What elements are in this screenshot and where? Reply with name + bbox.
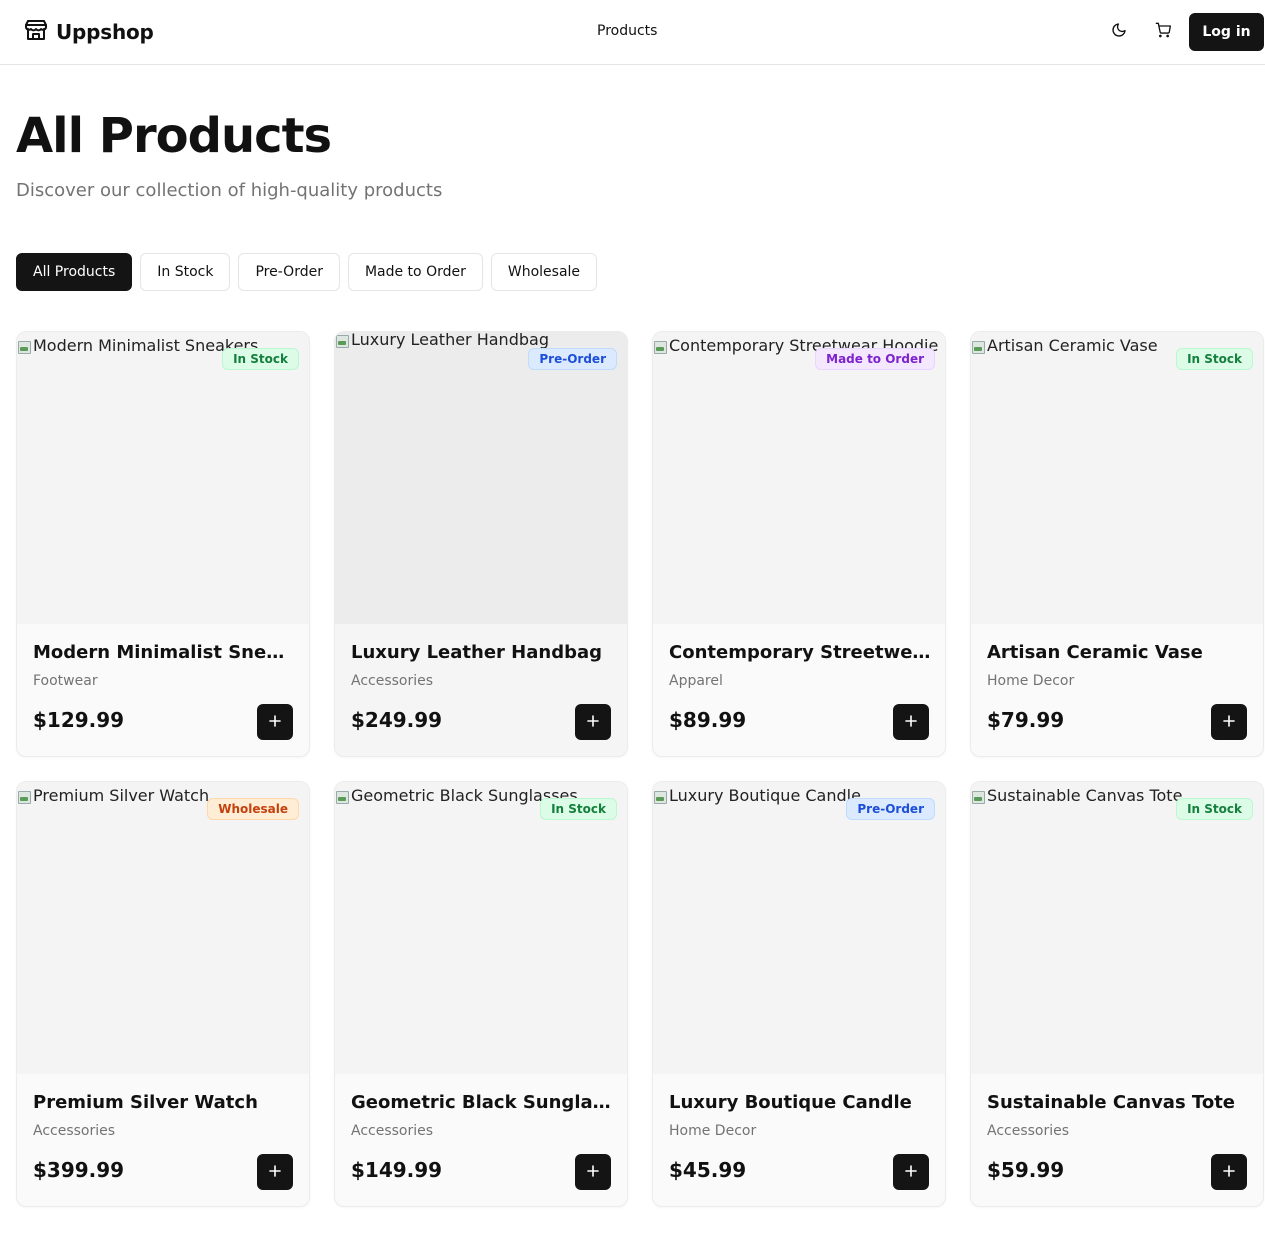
product-category: Accessories	[351, 1123, 434, 1139]
product-card[interactable]: Premium Silver Watch Wholesale Premium S…	[16, 781, 310, 1207]
product-category: Accessories	[351, 673, 434, 689]
add-to-cart-button[interactable]	[1211, 704, 1247, 740]
product-name[interactable]: Geometric Black Sunglasses	[351, 1092, 613, 1113]
brand-name: Uppshop	[56, 20, 154, 44]
status-badge: In Stock	[1176, 348, 1253, 370]
product-card[interactable]: Geometric Black Sunglasses In Stock Geom…	[334, 781, 628, 1207]
product-name[interactable]: Sustainable Canvas Tote	[987, 1092, 1249, 1113]
product-price: $399.99	[33, 1158, 125, 1182]
plus-icon	[904, 713, 918, 732]
product-price: $59.99	[987, 1158, 1065, 1182]
add-to-cart-button[interactable]	[257, 704, 293, 740]
moon-icon	[1111, 22, 1127, 42]
broken-image-icon	[335, 788, 349, 804]
product-card[interactable]: Luxury Boutique Candle Pre-Order Luxury …	[652, 781, 946, 1207]
product-name[interactable]: Luxury Boutique Candle	[669, 1092, 931, 1113]
filter-tabs: All Products In Stock Pre-Order Made to …	[16, 253, 598, 291]
broken-image-icon	[17, 788, 31, 804]
filter-pre-order[interactable]: Pre-Order	[238, 253, 340, 291]
status-badge: In Stock	[222, 348, 299, 370]
add-to-cart-button[interactable]	[893, 1154, 929, 1190]
product-card[interactable]: Contemporary Streetwear Hoodie Made to O…	[652, 331, 946, 757]
add-to-cart-button[interactable]	[1211, 1154, 1247, 1190]
product-name[interactable]: Modern Minimalist Sneakers	[33, 642, 295, 663]
product-image: Modern Minimalist Sneakers In Stock	[17, 332, 309, 624]
filter-all-products[interactable]: All Products	[16, 253, 133, 291]
add-to-cart-button[interactable]	[575, 704, 611, 740]
plus-icon	[268, 1163, 282, 1182]
product-category: Footwear	[33, 673, 98, 689]
image-alt-text: Luxury Boutique Candle	[653, 786, 861, 805]
status-badge: In Stock	[1176, 798, 1253, 820]
broken-image-icon	[17, 338, 31, 354]
plus-icon	[268, 713, 282, 732]
broken-image-icon	[653, 338, 667, 354]
broken-image-icon	[653, 788, 667, 804]
status-badge: Wholesale	[207, 798, 299, 820]
cart-icon	[1155, 22, 1171, 42]
product-name[interactable]: Contemporary Streetwear Hoodie	[669, 642, 931, 663]
page-subtitle: Discover our collection of high-quality …	[16, 180, 443, 201]
product-name[interactable]: Luxury Leather Handbag	[351, 642, 613, 663]
plus-icon	[586, 713, 600, 732]
product-price: $89.99	[669, 708, 747, 732]
image-alt-text: Luxury Leather Handbag	[335, 332, 549, 349]
product-image: Sustainable Canvas Tote In Stock	[971, 782, 1263, 1074]
product-price: $149.99	[351, 1158, 443, 1182]
image-alt-text: Artisan Ceramic Vase	[971, 336, 1158, 355]
filter-made-to-order[interactable]: Made to Order	[347, 253, 483, 291]
product-price: $45.99	[669, 1158, 747, 1182]
product-category: Apparel	[669, 673, 723, 689]
add-to-cart-button[interactable]	[257, 1154, 293, 1190]
filter-in-stock[interactable]: In Stock	[140, 253, 231, 291]
product-category: Home Decor	[669, 1123, 757, 1139]
product-image: Artisan Ceramic Vase In Stock	[971, 332, 1263, 624]
page-title: All Products	[16, 108, 332, 164]
status-badge: In Stock	[540, 798, 617, 820]
add-to-cart-button[interactable]	[893, 704, 929, 740]
status-badge: Made to Order	[815, 348, 935, 370]
product-image: Geometric Black Sunglasses In Stock	[335, 782, 627, 1074]
theme-toggle-button[interactable]	[1105, 18, 1133, 46]
product-card[interactable]: Sustainable Canvas Tote In Stock Sustain…	[970, 781, 1264, 1207]
product-image: Contemporary Streetwear Hoodie Made to O…	[653, 332, 945, 624]
product-category: Accessories	[987, 1123, 1070, 1139]
cart-button[interactable]	[1149, 18, 1177, 46]
site-header: Uppshop Products Log in	[0, 0, 1265, 65]
brand-logo-link[interactable]: Uppshop	[24, 18, 154, 46]
product-image: Premium Silver Watch Wholesale	[17, 782, 309, 1074]
product-category: Accessories	[33, 1123, 116, 1139]
product-card[interactable]: Modern Minimalist Sneakers In Stock Mode…	[16, 331, 310, 757]
product-card[interactable]: Luxury Leather Handbag Pre-Order Luxury …	[334, 331, 628, 757]
product-image: Luxury Leather Handbag Pre-Order	[335, 332, 627, 624]
image-alt-text: Premium Silver Watch	[17, 786, 209, 805]
broken-image-icon	[971, 788, 985, 804]
product-card[interactable]: Artisan Ceramic Vase In Stock Artisan Ce…	[970, 331, 1264, 757]
product-category: Home Decor	[987, 673, 1075, 689]
nav-products-link[interactable]: Products	[597, 23, 657, 39]
add-to-cart-button[interactable]	[575, 1154, 611, 1190]
broken-image-icon	[335, 332, 349, 348]
product-price: $79.99	[987, 708, 1065, 732]
product-price: $129.99	[33, 708, 125, 732]
store-icon	[24, 18, 48, 46]
status-badge: Pre-Order	[846, 798, 935, 820]
plus-icon	[1222, 1163, 1236, 1182]
status-badge: Pre-Order	[528, 348, 617, 370]
product-name[interactable]: Artisan Ceramic Vase	[987, 642, 1249, 663]
broken-image-icon	[971, 338, 985, 354]
login-button[interactable]: Log in	[1189, 13, 1264, 51]
plus-icon	[904, 1163, 918, 1182]
image-alt-text: Sustainable Canvas Tote	[971, 786, 1182, 805]
plus-icon	[586, 1163, 600, 1182]
product-name[interactable]: Premium Silver Watch	[33, 1092, 295, 1113]
plus-icon	[1222, 713, 1236, 732]
filter-wholesale[interactable]: Wholesale	[490, 253, 598, 291]
product-image: Luxury Boutique Candle Pre-Order	[653, 782, 945, 1074]
product-price: $249.99	[351, 708, 443, 732]
